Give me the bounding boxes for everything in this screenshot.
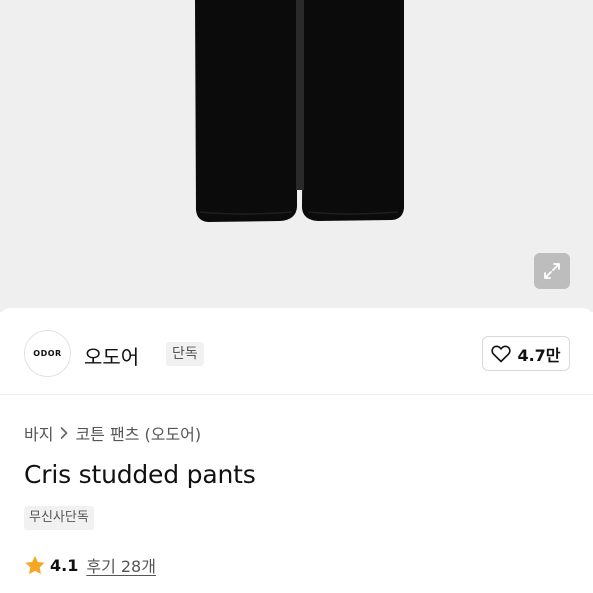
brand-row: ODOR 오도어 단독 4.7만 xyxy=(24,330,570,378)
brand-logo-text: ODOR xyxy=(33,349,62,358)
product-page: ODOR 오도어 단독 4.7만 바지 코튼 팬츠 (오도어) Cris stu… xyxy=(0,0,593,593)
pants-image xyxy=(195,0,404,222)
exclusive-tag: 무신사단독 xyxy=(24,506,94,530)
rating-row: 4.1 후기 28개 xyxy=(24,553,156,577)
heart-outline-icon xyxy=(491,345,512,362)
expand-image-button[interactable] xyxy=(534,253,570,289)
chevron-right-icon xyxy=(61,427,68,439)
breadcrumb-category[interactable]: 바지 xyxy=(24,421,53,445)
brand-name[interactable]: 오도어 xyxy=(84,341,139,370)
brand-like-button[interactable]: 4.7만 xyxy=(482,336,570,371)
product-title: Cris studded pants xyxy=(24,460,256,489)
breadcrumb-subcategory[interactable]: 코튼 팬츠 (오도어) xyxy=(75,421,201,445)
section-divider xyxy=(0,394,593,395)
star-icon xyxy=(25,555,45,574)
brand-exclusive-badge: 단독 xyxy=(166,342,204,366)
breadcrumb: 바지 코튼 팬츠 (오도어) xyxy=(24,422,201,444)
product-image[interactable] xyxy=(0,0,593,312)
rating-value: 4.1 xyxy=(50,555,79,575)
expand-icon xyxy=(544,263,560,279)
brand-logo[interactable]: ODOR xyxy=(24,330,71,377)
review-count-link[interactable]: 후기 28개 xyxy=(86,553,156,577)
like-count: 4.7만 xyxy=(517,345,561,365)
